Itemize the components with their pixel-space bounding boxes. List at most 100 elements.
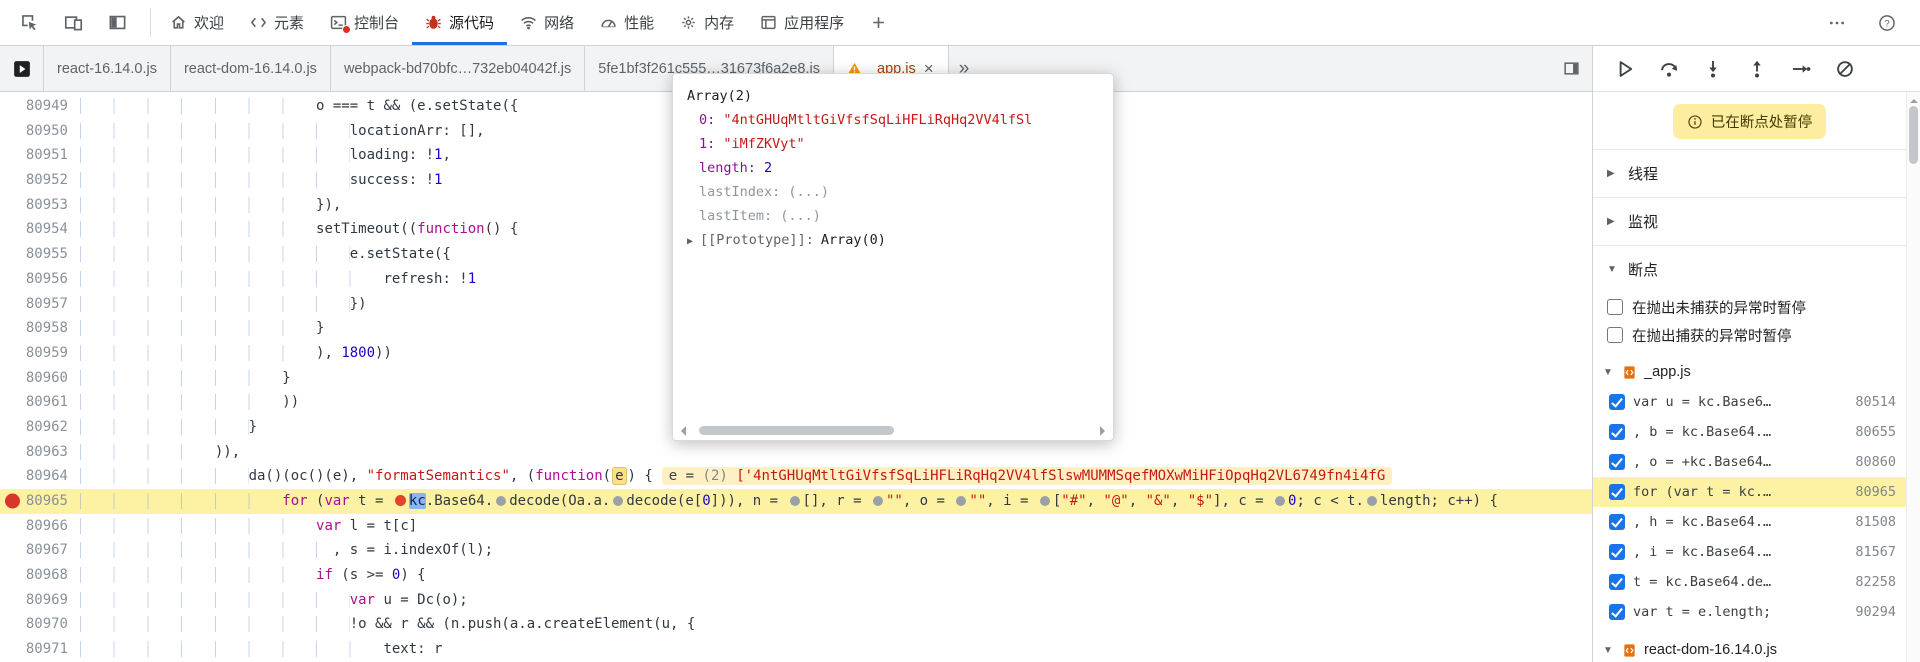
code-text[interactable]: , s = i.indexOf(l); [80, 538, 1592, 563]
pause-option[interactable]: 在抛出未捕获的异常时暂停 [1593, 293, 1906, 321]
tab-memory[interactable]: 内存 [667, 0, 747, 45]
sidebar-scrollbar[interactable] [1906, 92, 1920, 662]
section-threads[interactable]: ▶ 线程 [1593, 149, 1906, 197]
line-number[interactable]: 80961 [0, 390, 80, 415]
code-text[interactable]: if (s >= 0) { [80, 563, 1592, 588]
tab-application[interactable]: 应用程序 [747, 0, 857, 45]
line-number[interactable]: 80953 [0, 193, 80, 218]
code-text[interactable]: var l = t[c] [80, 514, 1592, 539]
step-into-button[interactable] [1703, 59, 1723, 79]
scroll-up-icon[interactable] [1910, 95, 1918, 103]
scroll-left-icon[interactable] [676, 425, 686, 436]
inline-breakpoint-marker[interactable] [872, 496, 883, 506]
line-number[interactable]: 80964 [0, 464, 80, 489]
checkbox[interactable] [1607, 327, 1623, 343]
inline-breakpoint-marker[interactable] [394, 495, 406, 506]
line-number[interactable]: 80960 [0, 366, 80, 391]
inline-breakpoint-marker[interactable] [1366, 496, 1377, 506]
tab-sources[interactable]: 源代码 [412, 0, 507, 45]
checkbox[interactable] [1609, 544, 1625, 560]
inline-breakpoint-marker[interactable] [496, 496, 507, 506]
popup-property-row[interactable]: lastItem: (...) [673, 204, 1113, 228]
scrollbar-thumb[interactable] [1909, 106, 1918, 164]
checkbox[interactable] [1609, 454, 1625, 470]
tab-console[interactable]: 控制台 [317, 0, 412, 45]
tab-elements[interactable]: 元素 [237, 0, 317, 45]
code-text[interactable]: da()(oc()(e), "formatSemantics", (functi… [80, 464, 1592, 489]
line-number[interactable]: 80949 [0, 94, 80, 119]
popup-horizontal-scrollbar[interactable] [676, 424, 1110, 437]
breakpoint-entry[interactable]: var u = kc.Base6… 80514 [1593, 387, 1906, 417]
breakpoint-dot-icon[interactable] [5, 493, 20, 509]
code-text[interactable]: )), [80, 440, 1592, 465]
device-toolbar-button[interactable] [56, 6, 90, 40]
line-number[interactable]: 80956 [0, 267, 80, 292]
inspect-button[interactable] [12, 6, 46, 40]
line-number[interactable]: 80957 [0, 292, 80, 317]
scroll-right-icon[interactable] [1100, 425, 1110, 436]
checkbox[interactable] [1609, 574, 1625, 590]
line-number[interactable]: 80970 [0, 612, 80, 637]
breakpoint-entry[interactable]: , h = kc.Base64.… 81508 [1593, 507, 1906, 537]
line-number[interactable]: 80969 [0, 588, 80, 613]
line-number[interactable]: 80966 [0, 514, 80, 539]
scrollbar-thumb[interactable] [699, 426, 894, 435]
checkbox[interactable] [1609, 394, 1625, 410]
tab-more-panels[interactable] [857, 0, 900, 45]
tab-network[interactable]: 网络 [507, 0, 587, 45]
inline-breakpoint-marker[interactable] [613, 496, 624, 506]
checkbox[interactable] [1609, 514, 1625, 530]
line-number[interactable]: 80950 [0, 119, 80, 144]
checkbox[interactable] [1607, 299, 1623, 315]
tab-performance[interactable]: 性能 [587, 0, 667, 45]
section-breakpoints[interactable]: ▼ 断点 [1593, 245, 1906, 293]
inline-breakpoint-marker[interactable] [789, 496, 800, 506]
line-number[interactable]: 80954 [0, 217, 80, 242]
line-number[interactable]: 80968 [0, 563, 80, 588]
navigator-toggle-button[interactable] [0, 46, 44, 91]
dock-side-button[interactable] [100, 6, 134, 40]
more-menu-button[interactable] [1820, 6, 1854, 40]
checkbox[interactable] [1609, 484, 1625, 500]
toggle-panel-button[interactable] [1563, 46, 1592, 91]
file-tab[interactable]: react-16.14.0.js [44, 46, 171, 91]
breakpoint-entry[interactable]: , i = kc.Base64.… 81567 [1593, 537, 1906, 567]
tab-welcome[interactable]: 欢迎 [157, 0, 237, 45]
line-number[interactable]: 80955 [0, 242, 80, 267]
scrollbar-track[interactable] [689, 426, 1097, 435]
inline-breakpoint-marker[interactable] [956, 496, 967, 506]
line-number[interactable]: 80971 [0, 637, 80, 662]
line-number[interactable]: 80959 [0, 341, 80, 366]
breakpoint-entry[interactable]: , o = +kc.Base64… 80860 [1593, 447, 1906, 477]
line-number[interactable]: 80952 [0, 168, 80, 193]
line-number[interactable]: 80962 [0, 415, 80, 440]
inline-breakpoint-marker[interactable] [1039, 496, 1050, 506]
prototype-row[interactable]: ▶ [[Prototype]]: Array(0) [673, 228, 1113, 254]
file-tab[interactable]: webpack-bd70bfc…732eb04042f.js [331, 46, 586, 91]
breakpoint-entry[interactable]: t = kc.Base64.de… 82258 [1593, 567, 1906, 597]
checkbox[interactable] [1609, 604, 1625, 620]
line-number[interactable]: 80958 [0, 316, 80, 341]
line-number[interactable]: 80963 [0, 440, 80, 465]
code-text[interactable]: for (var t = kc.Base64. decode(Oa.a. decod… [80, 489, 1592, 514]
breakpoint-entry[interactable]: , b = kc.Base64.… 80655 [1593, 417, 1906, 447]
step-out-button[interactable] [1747, 59, 1767, 79]
inline-breakpoint-marker[interactable] [1275, 496, 1286, 506]
line-number[interactable]: 80951 [0, 143, 80, 168]
code-text[interactable]: text: r [80, 637, 1592, 662]
breakpoint-group-header[interactable]: ▼ _app.js [1593, 357, 1906, 387]
step-button[interactable] [1791, 59, 1811, 79]
resume-button[interactable] [1615, 59, 1635, 79]
disclosure-triangle-icon[interactable]: ▶ [687, 236, 693, 247]
code-text[interactable]: !o && r && (n.push(a.a.createElement(u, … [80, 612, 1592, 637]
breakpoint-group-header[interactable]: ▼ react-dom-16.14.0.js [1593, 635, 1906, 662]
pause-option[interactable]: 在抛出捕获的异常时暂停 [1593, 321, 1906, 349]
breakpoint-entry[interactable]: var t = e.length; 90294 [1593, 597, 1906, 627]
file-tab[interactable]: react-dom-16.14.0.js [171, 46, 331, 91]
popup-property-row[interactable]: lastIndex: (...) [673, 180, 1113, 204]
line-number[interactable]: 80965 [0, 489, 80, 514]
checkbox[interactable] [1609, 424, 1625, 440]
line-number[interactable]: 80967 [0, 538, 80, 563]
help-button[interactable]: ? [1870, 6, 1904, 40]
step-over-button[interactable] [1659, 59, 1679, 79]
